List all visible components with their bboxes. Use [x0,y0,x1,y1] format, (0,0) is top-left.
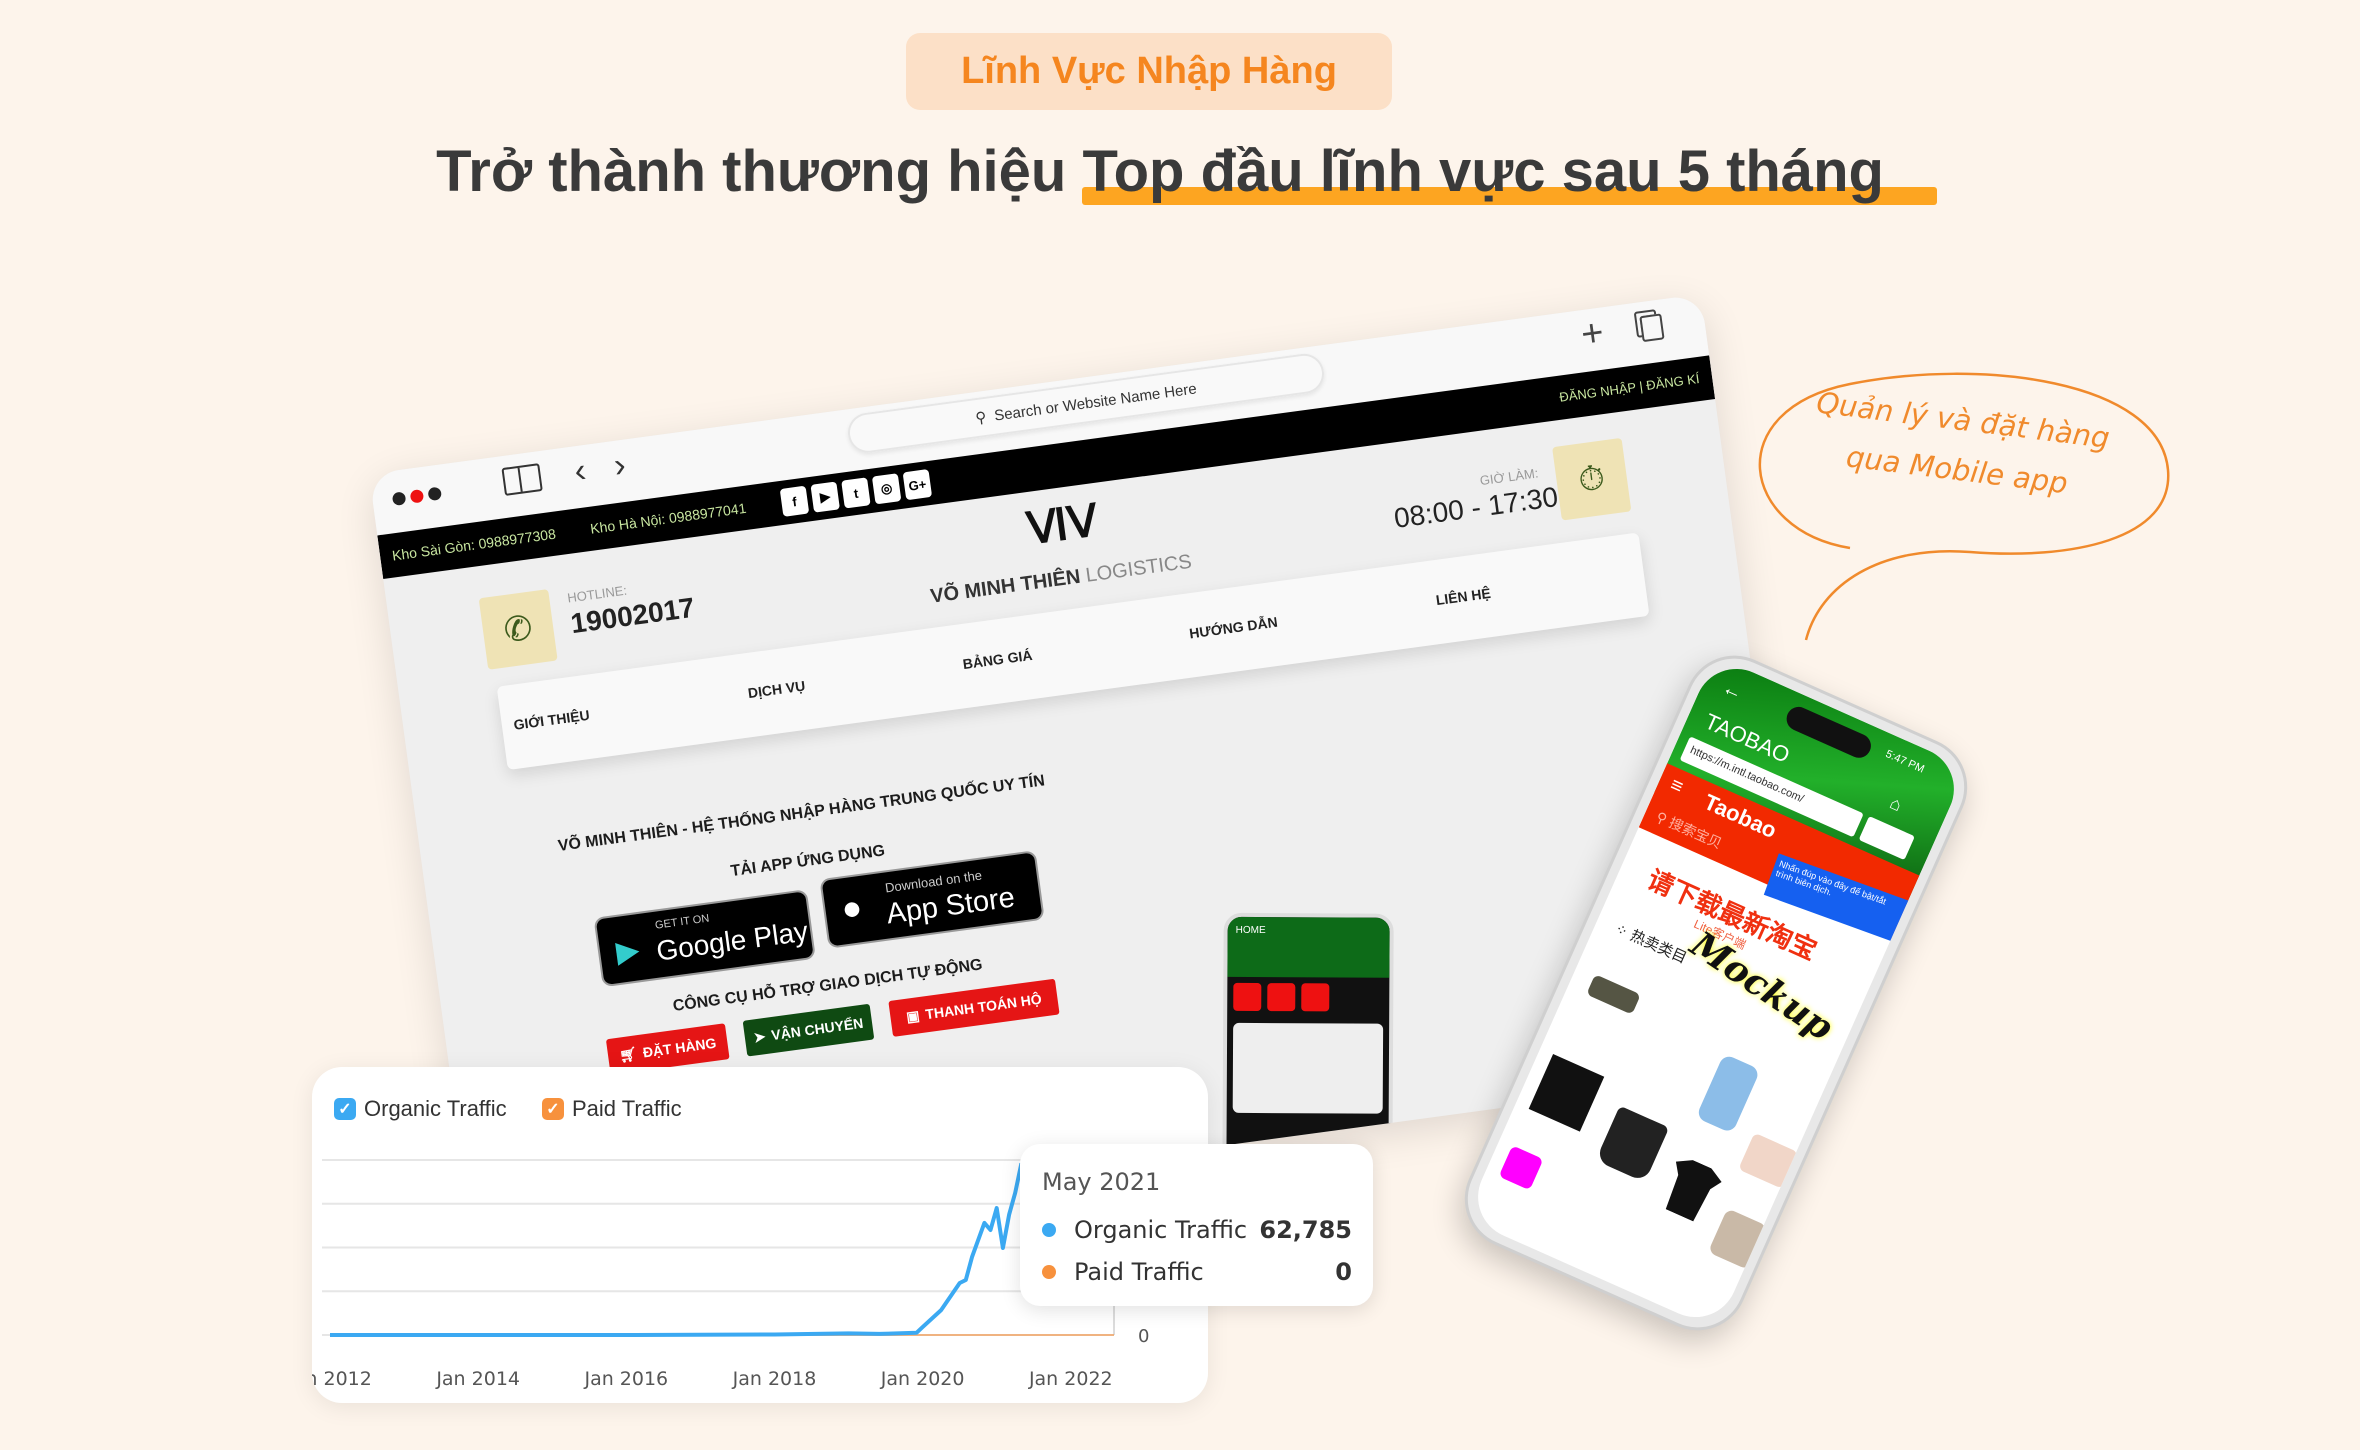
series-line-organic-traffic [330,1162,1024,1337]
x-tick-label: Jan 2022 [1028,1368,1113,1390]
x-tick-label: Jan 2016 [583,1368,668,1390]
organic-dot-icon [1042,1223,1056,1237]
tooltip-paid-name: Paid Traffic [1074,1258,1204,1286]
x-tick-label: Jan 2014 [435,1368,520,1390]
y-tick-label: 0 [1138,1326,1149,1347]
tooltip-row-organic: Organic Traffic 62,785 [1042,1216,1352,1244]
x-tick-label: Jan 2018 [732,1368,817,1390]
x-tick-label: Jan 2020 [880,1368,965,1390]
tooltip-row-paid: Paid Traffic 0 [1042,1258,1352,1286]
tooltip-organic-name: Organic Traffic [1074,1216,1248,1244]
tooltip-paid-value: 0 [1335,1258,1352,1286]
chart-tooltip: May 2021 Organic Traffic 62,785 Paid Traf… [1020,1144,1373,1306]
x-tick-label: Jan 2012 [312,1368,372,1390]
paid-dot-icon [1042,1265,1056,1279]
tooltip-date: May 2021 [1042,1168,1161,1196]
tooltip-organic-value: 62,785 [1259,1216,1352,1244]
